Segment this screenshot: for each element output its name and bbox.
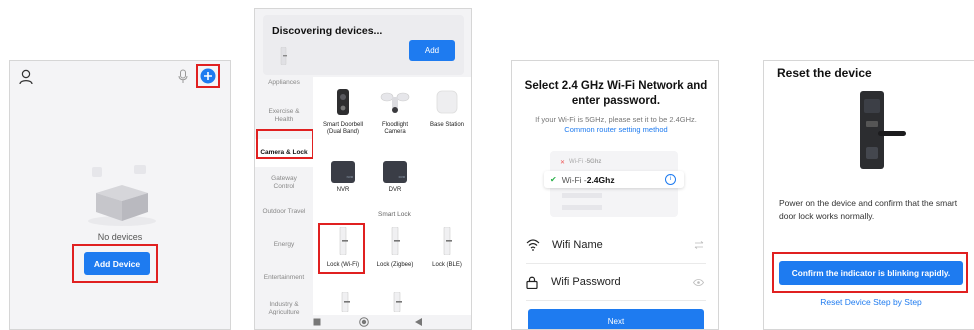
wifi-subtitle: If your Wi-Fi is 5GHz, please set it to … (520, 115, 712, 135)
device-grid: Smart Doorbell (Dual Band) Floodlight Ca… (313, 77, 471, 317)
eye-icon[interactable] (693, 278, 704, 286)
device-nvr[interactable]: NVR NVR (319, 161, 367, 194)
wifi-password-row[interactable]: Wifi Password (526, 264, 706, 301)
confirm-highlight (772, 252, 968, 293)
nvr-badge: NVR (346, 175, 353, 179)
cross-icon: ✕ (560, 159, 566, 166)
recent-apps-icon[interactable] (313, 318, 321, 326)
lock-wifi-highlight (318, 223, 365, 274)
info-icon: i (665, 174, 676, 185)
device-label: Smart Doorbell (Dual Band) (322, 122, 363, 135)
wifi-name-row[interactable]: Wifi Name (526, 227, 706, 264)
wifi-icon (526, 239, 540, 251)
dvr-icon: DVR (383, 161, 407, 183)
no-devices-text: No devices (97, 232, 143, 242)
discovering-card: Discovering devices... Add (263, 15, 464, 75)
category-gateway-control[interactable]: Gateway Control (264, 175, 304, 191)
dvr-badge: DVR (398, 175, 405, 179)
placeholder-row (562, 193, 602, 198)
discover-screen: Discovering devices... Add Appliances Ex… (254, 8, 472, 330)
smart-lock-header: Smart Lock (378, 211, 411, 218)
category-appliances[interactable]: Appliances (255, 79, 313, 87)
device-label: Lock (BLE) (432, 262, 462, 268)
camera-lock-highlight (256, 129, 314, 159)
device-base-station[interactable]: Base Station (423, 89, 471, 129)
device-label: DVR (388, 187, 402, 193)
wifi-option-24g: ✔ Wi-Fi - 2.4Ghz i (544, 171, 684, 188)
device-label: NVR (336, 187, 350, 193)
wifi-password-label: Wifi Password (551, 276, 621, 288)
router-setting-link[interactable]: Common router setting method (520, 125, 712, 135)
category-exercise-health[interactable]: Exercise & Health (264, 108, 304, 124)
reset-description: Power on the device and confirm that the… (779, 198, 958, 221)
swap-icon[interactable] (694, 241, 704, 249)
add-device-highlight (72, 244, 158, 283)
lock-zigbee-icon (391, 226, 400, 256)
profile-icon[interactable] (19, 69, 33, 85)
device-label: Base Station (429, 122, 465, 128)
lock-partial-icon (393, 292, 402, 312)
wifi-title: Select 2.4 GHz Wi-Fi Network and enter p… (524, 80, 708, 107)
microphone-icon[interactable] (178, 69, 188, 84)
back-icon[interactable] (415, 318, 423, 326)
discover-add-button[interactable]: Add (409, 40, 455, 61)
device-dvr[interactable]: DVR DVR (371, 161, 419, 194)
reset-step-by-step-link[interactable]: Reset Device Step by Step (779, 297, 963, 307)
discovering-title: Discovering devices... (272, 25, 383, 37)
device-label: Floodlight Camera (381, 122, 408, 135)
lock-ble-icon (443, 226, 452, 256)
add-plus-highlight (196, 64, 220, 88)
lock-device-icon (280, 47, 287, 65)
device-smart-doorbell[interactable]: Smart Doorbell (Dual Band) (319, 89, 367, 136)
device-label: Lock (Zigbee) (376, 262, 414, 268)
floodlight-icon (380, 92, 410, 113)
home-button-icon[interactable] (359, 317, 369, 327)
wifi-screen: Select 2.4 GHz Wi-Fi Network and enter p… (511, 60, 719, 330)
lock-partial-icon (341, 292, 350, 312)
nvr-icon: NVR (331, 161, 355, 183)
reset-screen: Reset the device Power on the device and… (763, 60, 974, 330)
wifi-illustration: ✕ Wi-Fi - 5Ghz ✔ Wi-Fi - 2.4Ghz i (544, 151, 684, 217)
lock-icon (526, 276, 538, 289)
wifi-subtitle-text: If your Wi-Fi is 5GHz, please set it to … (535, 115, 697, 124)
category-sidebar: Appliances Exercise & Health Camera & Lo… (255, 77, 313, 317)
device-floodlight-camera[interactable]: Floodlight Camera (371, 89, 419, 136)
android-nav-bar (255, 315, 471, 329)
device-lock-zigbee[interactable]: Lock (Zigbee) (371, 226, 419, 269)
home-screen: No devices Add Device (9, 60, 231, 330)
doorbell-icon (337, 89, 349, 115)
door-lock-icon (860, 91, 906, 169)
category-energy[interactable]: Energy (255, 241, 313, 249)
check-icon: ✔ (550, 175, 557, 184)
placeholder-row (562, 205, 602, 210)
category-outdoor-travel[interactable]: Outdoor Travel (255, 208, 313, 216)
category-entertainment[interactable]: Entertainment (255, 274, 313, 282)
base-station-icon (436, 90, 458, 114)
reset-title: Reset the device (777, 66, 872, 80)
wifi-name-label: Wifi Name (552, 239, 603, 251)
next-button[interactable]: Next (528, 309, 704, 329)
device-lock-ble[interactable]: Lock (BLE) (423, 226, 471, 269)
empty-box-icon (88, 165, 156, 226)
wifi-option-5g: ✕ Wi-Fi - 5Ghz (560, 159, 602, 166)
